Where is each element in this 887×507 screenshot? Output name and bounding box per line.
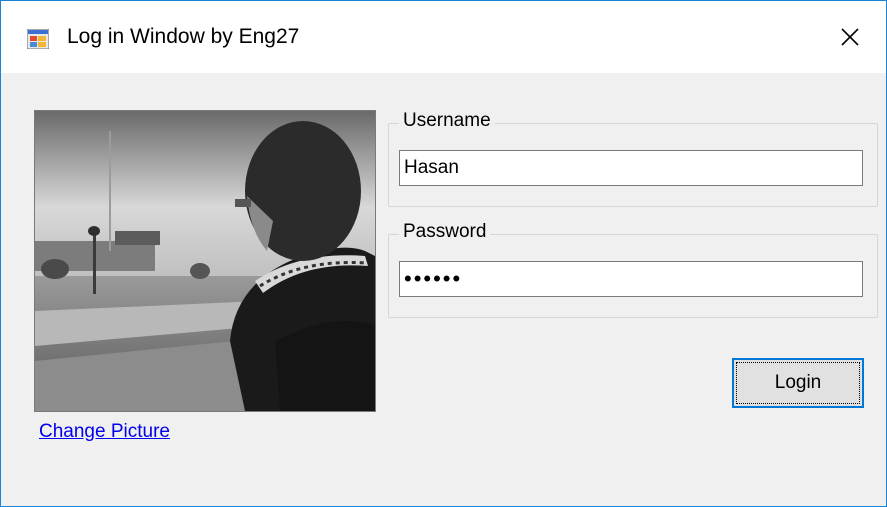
close-button[interactable] [814,1,886,73]
login-button-label: Login [736,362,860,404]
login-button[interactable]: Login [732,358,864,408]
username-input[interactable] [399,150,863,186]
close-icon [841,28,859,46]
window-title: Log in Window by Eng27 [67,25,300,48]
title-bar[interactable]: Log in Window by Eng27 [1,1,886,73]
password-input[interactable] [399,261,863,297]
username-label: Username [399,110,495,132]
app-icon [27,29,49,49]
password-label: Password [399,221,491,243]
username-group: Username [388,110,878,207]
login-window: Log in Window by Eng27 Change Picture Us… [0,0,887,507]
password-group: Password [388,221,878,318]
profile-photo-image [35,111,375,411]
change-picture-link[interactable]: Change Picture [39,421,170,443]
profile-picture [34,110,376,412]
